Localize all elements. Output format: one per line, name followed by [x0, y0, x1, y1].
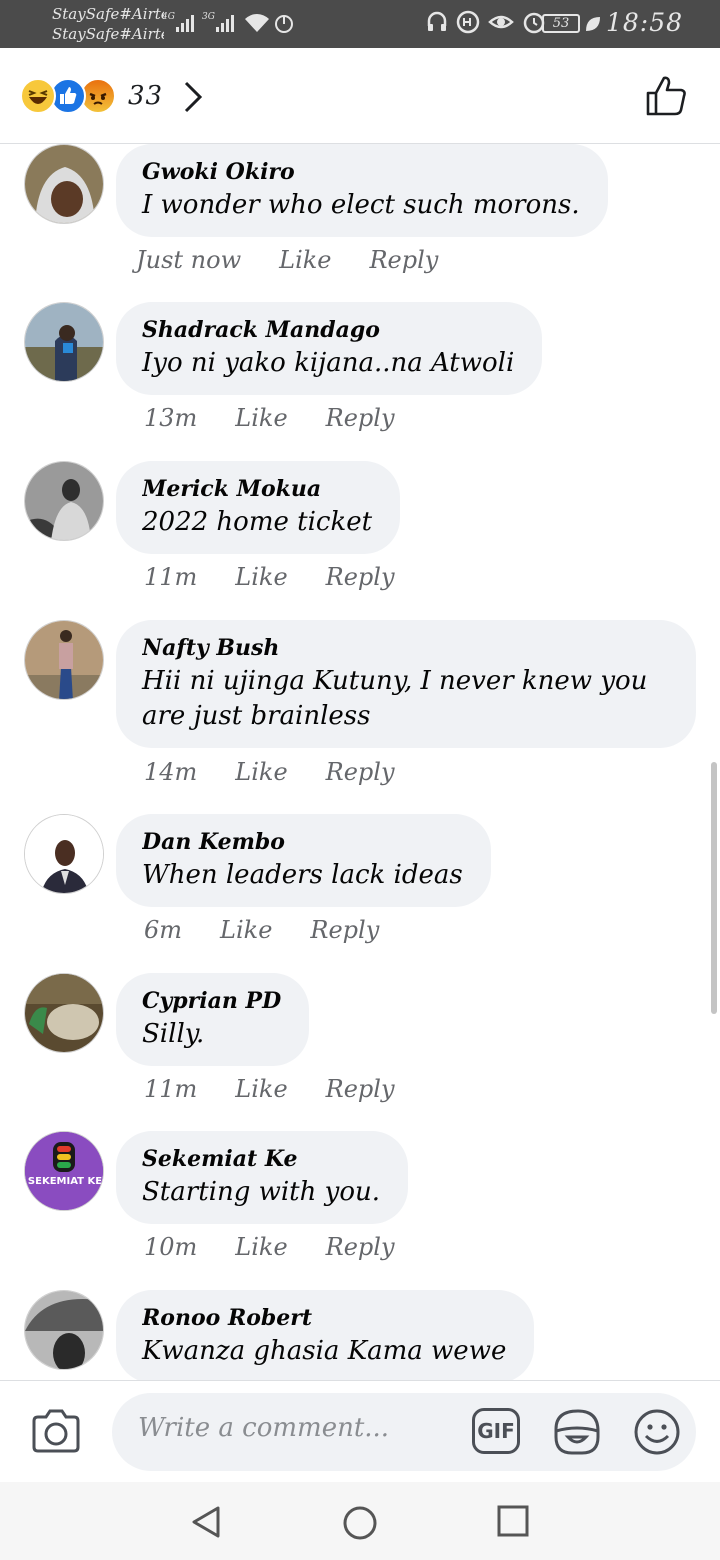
- carrier-label-2: StaySafe#Airtel: [52, 25, 164, 43]
- comment-author[interactable]: Gwoki Okiro: [142, 156, 580, 188]
- comment-author[interactable]: Nafty Bush: [142, 632, 668, 664]
- avatar[interactable]: [24, 144, 104, 224]
- comment-actions: 13m Like Reply: [144, 404, 395, 432]
- home-icon[interactable]: [341, 1504, 379, 1542]
- comment-text: 2022 home ticket: [142, 507, 373, 537]
- avatar-label: SEKEMIAT KE: [27, 1176, 103, 1187]
- back-icon[interactable]: [188, 1504, 224, 1540]
- comment-bubble[interactable]: Shadrack Mandago Iyo ni yako kijana..na …: [116, 302, 543, 395]
- comment-text: I wonder who elect such morons.: [142, 190, 580, 220]
- status-bar: StaySafe#Airtel StaySafe#Airtel 4G 3G 53…: [0, 0, 720, 48]
- reply-link[interactable]: Reply: [326, 1075, 395, 1103]
- reply-link[interactable]: Reply: [369, 246, 438, 274]
- comment-author[interactable]: Dan Kembo: [142, 826, 463, 858]
- signal-bars-2-icon: [216, 12, 234, 32]
- scrollbar[interactable]: [711, 762, 717, 1014]
- reply-link[interactable]: Reply: [326, 404, 395, 432]
- comment-bubble[interactable]: Gwoki Okiro I wonder who elect such moro…: [116, 144, 608, 237]
- comment-time: 11m: [144, 563, 198, 591]
- reply-link[interactable]: Reply: [310, 916, 379, 944]
- comment-time: Just now: [136, 246, 242, 274]
- like-link[interactable]: Like: [279, 246, 331, 274]
- comment-author[interactable]: Sekemiat Ke: [142, 1143, 380, 1175]
- comment-text: Hii ni ujinga Kutuny, I never knew you a…: [142, 666, 648, 731]
- chevron-right-icon[interactable]: [182, 80, 204, 114]
- network-type-1: 4G: [162, 12, 175, 22]
- comment-actions: 14m Like Reply: [144, 758, 395, 786]
- like-link[interactable]: Like: [235, 758, 287, 786]
- wifi-icon: [245, 14, 269, 32]
- comment-bubble[interactable]: Merick Mokua 2022 home ticket: [116, 461, 401, 554]
- status-clock: 18:58: [606, 8, 684, 37]
- comment-time: 10m: [144, 1233, 198, 1261]
- headphones-icon: [427, 11, 447, 31]
- comment-author[interactable]: Cyprian PD: [142, 985, 281, 1017]
- eye-comfort-icon: [488, 15, 514, 29]
- avatar[interactable]: [24, 814, 104, 894]
- comment-time: 13m: [144, 404, 198, 432]
- reply-link[interactable]: Reply: [326, 758, 395, 786]
- status-icons: [426, 10, 546, 34]
- signal-bars-1-icon: [176, 12, 194, 32]
- reactions-header: 33: [0, 48, 720, 144]
- avatar[interactable]: SEKEMIAT KE: [24, 1131, 104, 1211]
- comment-input-placeholder: Write a comment...: [138, 1413, 390, 1443]
- like-link[interactable]: Like: [235, 1075, 287, 1103]
- comment-actions: 10m Like Reply: [144, 1233, 395, 1261]
- comment-author[interactable]: Merick Mokua: [142, 473, 372, 505]
- comment-text: Starting with you.: [142, 1177, 380, 1207]
- gif-button[interactable]: GIF: [472, 1408, 520, 1454]
- emoji-icon[interactable]: [632, 1407, 682, 1457]
- comment-bubble[interactable]: Ronoo Robert Kwanza ghasia Kama wewe: [116, 1290, 535, 1380]
- avatar[interactable]: [24, 302, 104, 382]
- comment-author[interactable]: Shadrack Mandago: [142, 314, 514, 346]
- avatar[interactable]: [24, 1290, 104, 1370]
- like-link[interactable]: Like: [235, 563, 287, 591]
- camera-icon[interactable]: [30, 1407, 82, 1455]
- comment-bubble[interactable]: Nafty Bush Hii ni ujinga Kutuny, I never…: [116, 620, 696, 748]
- system-nav-bar: [0, 1482, 720, 1560]
- sticker-icon[interactable]: [552, 1407, 602, 1457]
- data-saver-icon: [275, 15, 293, 33]
- comment-input[interactable]: Write a comment... GIF: [112, 1393, 696, 1471]
- comment-actions: 11m Like Reply: [144, 563, 395, 591]
- comment-bubble[interactable]: Sekemiat Ke Starting with you.: [116, 1131, 408, 1224]
- reply-link[interactable]: Reply: [326, 563, 395, 591]
- comment-text: Silly.: [142, 1019, 205, 1049]
- comment-time: 14m: [144, 758, 198, 786]
- comment-text: Iyo ni yako kijana..na Atwoli: [142, 348, 515, 378]
- reaction-count: 33: [128, 81, 164, 111]
- comments-list[interactable]: Gwoki Okiro I wonder who elect such moro…: [0, 144, 720, 1380]
- hd-call-icon: [456, 10, 480, 34]
- reactions-summary[interactable]: 33: [20, 78, 163, 114]
- comment-text: When leaders lack ideas: [142, 860, 463, 890]
- comment-actions: 6m Like Reply: [144, 916, 379, 944]
- thumbs-up-outline-icon[interactable]: [644, 74, 688, 118]
- haha-icon: [20, 78, 56, 114]
- reply-link[interactable]: Reply: [326, 1233, 395, 1261]
- comment-bubble[interactable]: Dan Kembo When leaders lack ideas: [116, 814, 491, 907]
- carrier-labels: StaySafe#Airtel StaySafe#Airtel: [52, 4, 164, 44]
- comment-text: Kwanza ghasia Kama wewe: [142, 1336, 507, 1366]
- carrier-label-1: StaySafe#Airtel: [52, 5, 164, 23]
- like-link[interactable]: Like: [235, 1233, 287, 1261]
- like-link[interactable]: Like: [220, 916, 272, 944]
- network-type-2: 3G: [202, 12, 215, 22]
- comment-author[interactable]: Ronoo Robert: [142, 1302, 506, 1334]
- leaf-icon: [586, 17, 600, 31]
- comments-sheet: 33 Gwoki Okiro I wonder who elect such m…: [0, 48, 720, 1560]
- avatar[interactable]: [24, 461, 104, 541]
- comment-composer: Write a comment... GIF: [0, 1380, 720, 1482]
- battery-indicator: 53: [542, 14, 580, 33]
- recents-icon[interactable]: [496, 1504, 530, 1538]
- avatar[interactable]: [24, 973, 104, 1053]
- comment-actions: 11m Like Reply: [144, 1075, 395, 1103]
- like-link[interactable]: Like: [235, 404, 287, 432]
- comment-actions: Just now Like Reply: [136, 246, 438, 274]
- avatar[interactable]: [24, 620, 104, 700]
- comment-time: 6m: [144, 916, 183, 944]
- comment-bubble[interactable]: Cyprian PD Silly.: [116, 973, 310, 1066]
- comment-time: 11m: [144, 1075, 198, 1103]
